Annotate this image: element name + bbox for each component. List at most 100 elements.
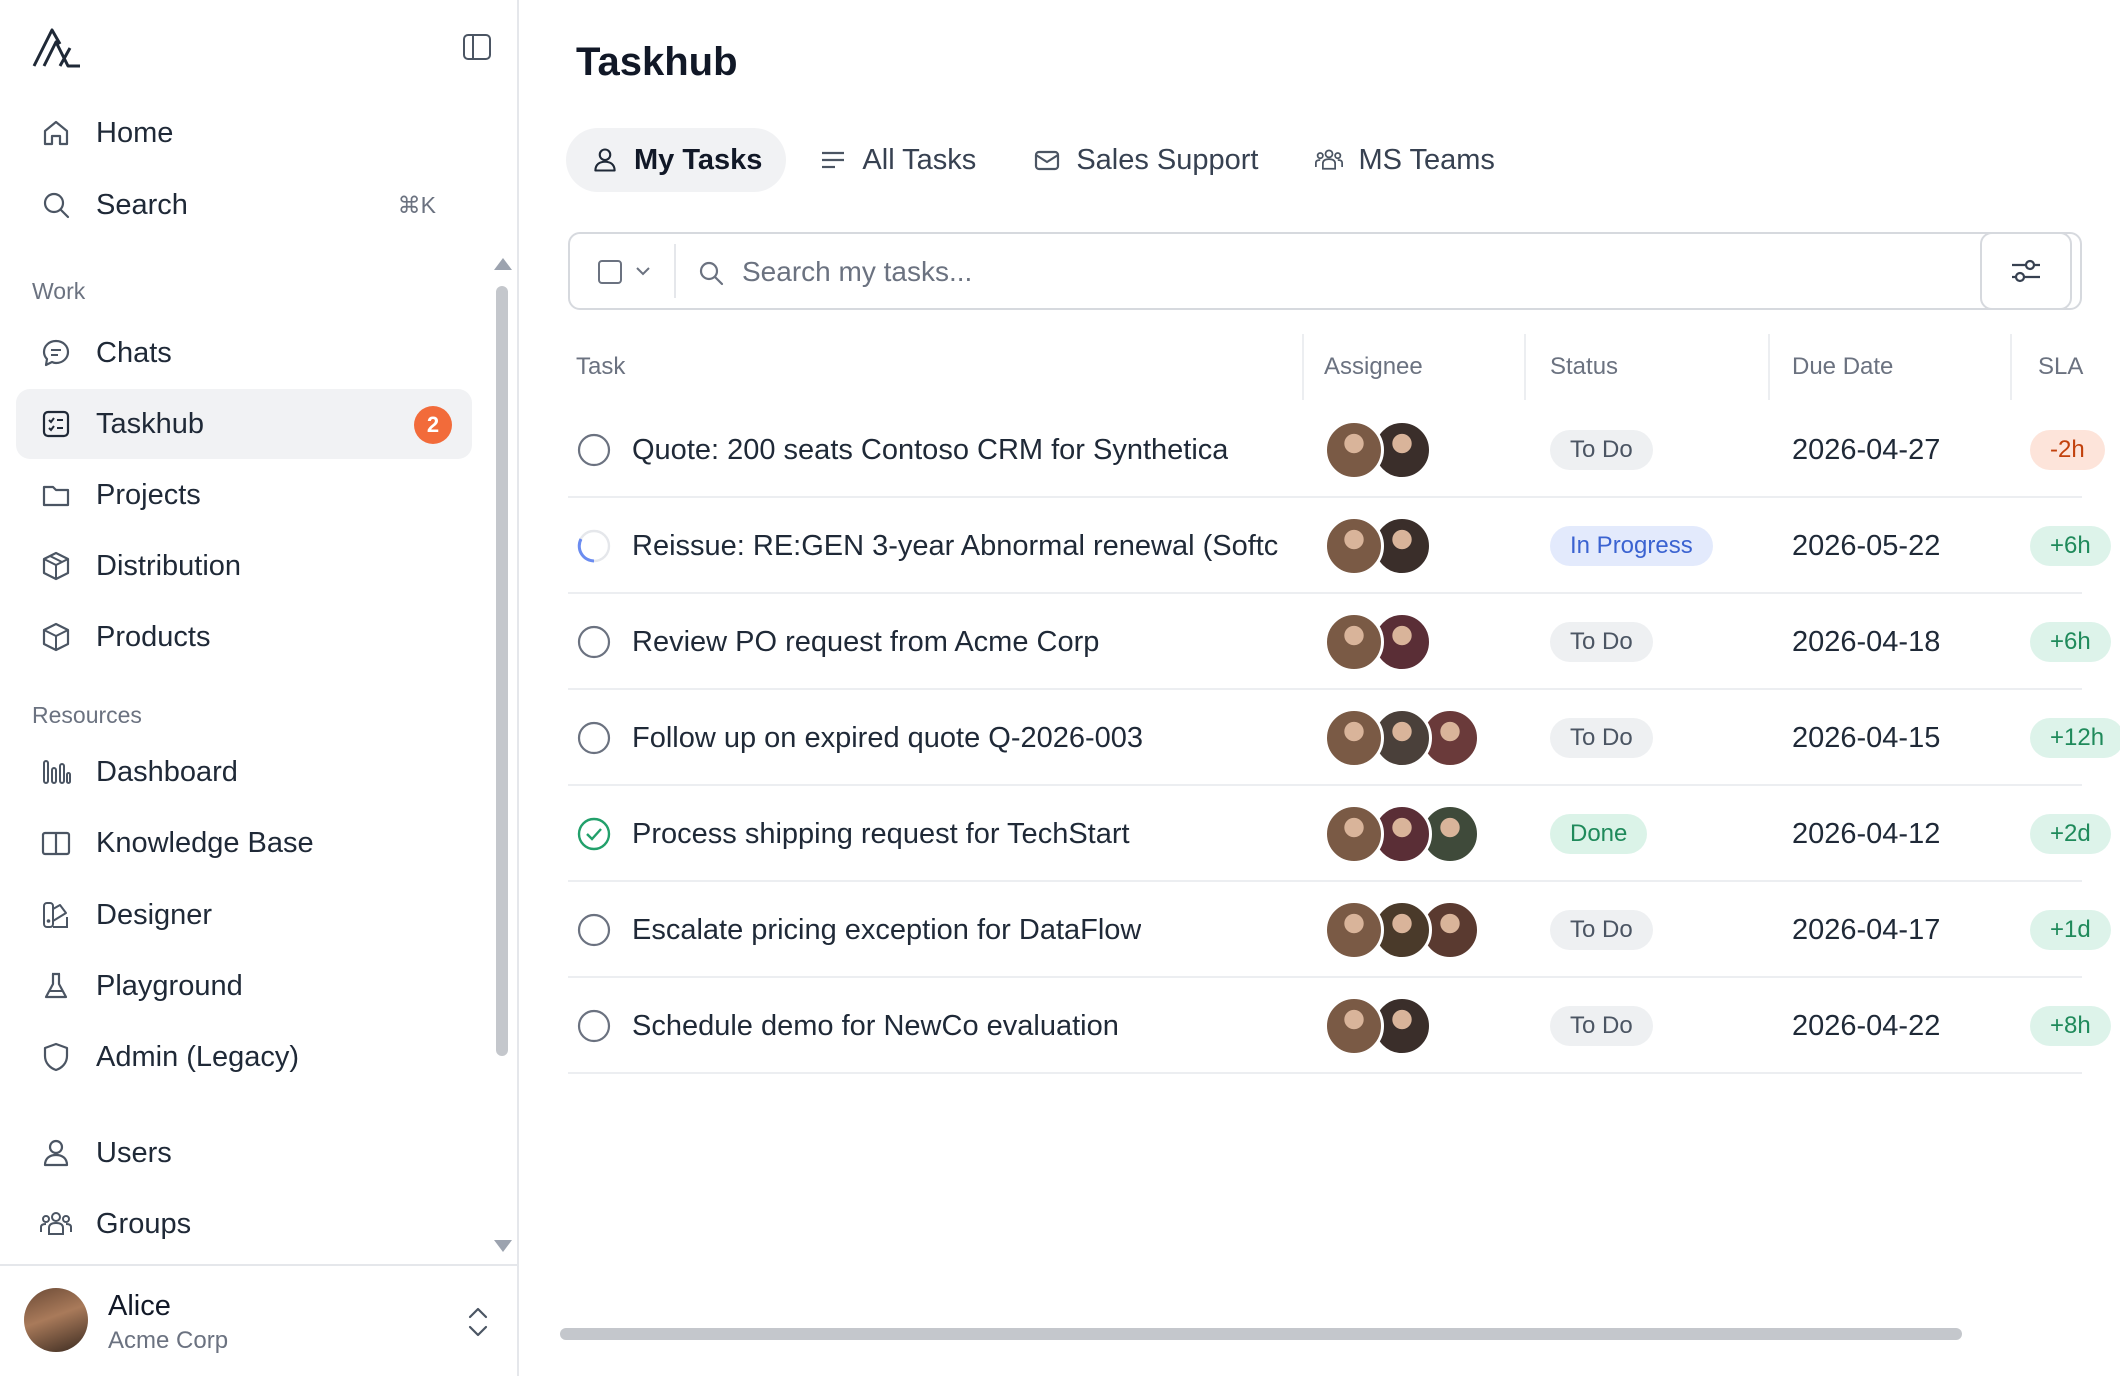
avatar xyxy=(1324,516,1384,576)
status-badge[interactable]: In Progress xyxy=(1550,526,1713,566)
sidebar-toggle-button[interactable] xyxy=(460,30,494,64)
sidebar-item-taskhub[interactable]: Taskhub 2 xyxy=(16,389,472,459)
sla-badge: +12h xyxy=(2030,718,2120,758)
table-row[interactable]: Escalate pricing exception for DataFlow T… xyxy=(568,882,2111,978)
status-badge[interactable]: To Do xyxy=(1550,718,1653,758)
assignee-avatars[interactable] xyxy=(1324,900,1480,960)
chevron-down-icon[interactable] xyxy=(634,262,652,280)
select-all-checkbox[interactable] xyxy=(598,260,622,284)
task-cell: Reissue: RE:GEN 3-year Abnormal renewal … xyxy=(632,498,1296,594)
table-row[interactable]: Review PO request from Acme Corp To Do 202… xyxy=(568,594,2111,690)
table-row[interactable]: Reissue: RE:GEN 3-year Abnormal renewal … xyxy=(568,498,2111,594)
scroll-up-arrow[interactable] xyxy=(494,258,512,270)
task-title[interactable]: Schedule demo for NewCo evaluation xyxy=(632,1010,1119,1043)
due-date: 2026-04-12 xyxy=(1792,817,1941,850)
task-title[interactable]: Quote: 200 seats Contoso CRM for Synthet… xyxy=(632,434,1228,467)
search-shortcut: ⌘K xyxy=(397,191,436,218)
package-icon xyxy=(38,548,74,584)
book-icon xyxy=(38,825,74,861)
tab-my-tasks[interactable]: My Tasks xyxy=(566,128,787,192)
divider xyxy=(674,244,676,298)
table-row[interactable]: Follow up on expired quote Q-2026-003 To … xyxy=(568,690,2120,786)
search-input[interactable] xyxy=(742,250,2042,294)
sidebar-item-playground[interactable]: Playground xyxy=(16,951,472,1021)
sidebar-item-users[interactable]: Users xyxy=(16,1118,472,1188)
filter-button[interactable] xyxy=(1980,232,2072,310)
sidebar-item-label: Products xyxy=(96,620,211,653)
sidebar-item-label: Playground xyxy=(96,969,243,1002)
column-divider[interactable] xyxy=(2010,334,2012,400)
assignee-avatars[interactable] xyxy=(1324,996,1432,1056)
status-cell: To Do xyxy=(1550,978,1653,1074)
column-divider[interactable] xyxy=(1524,334,1526,400)
tab-sales-support[interactable]: Sales Support xyxy=(1008,128,1282,192)
sla-cell: +2d xyxy=(2030,786,2111,882)
assignee-avatars[interactable] xyxy=(1324,708,1480,768)
task-title[interactable]: Process shipping request for TechStart xyxy=(632,818,1130,851)
scroll-down-arrow[interactable] xyxy=(494,1240,512,1252)
list-icon xyxy=(818,145,848,175)
task-cell: Follow up on expired quote Q-2026-003 xyxy=(632,690,1296,786)
home-icon xyxy=(38,115,74,151)
tab-ms-teams[interactable]: MS Teams xyxy=(1290,128,1518,192)
status-badge[interactable]: To Do xyxy=(1550,1006,1653,1046)
sidebar-item-search[interactable]: Search ⌘K xyxy=(16,170,472,240)
column-header-sla[interactable]: SLA xyxy=(2038,334,2083,400)
sidebar-item-label: Home xyxy=(96,116,174,149)
sidebar-item-knowledge-base[interactable]: Knowledge Base xyxy=(16,808,472,878)
task-title[interactable]: Escalate pricing exception for DataFlow xyxy=(632,914,1141,947)
assignee-avatars[interactable] xyxy=(1324,804,1480,864)
page-title: Taskhub xyxy=(576,40,738,84)
todo-circle-icon[interactable] xyxy=(576,594,612,690)
status-badge[interactable]: Done xyxy=(1550,814,1648,854)
assignee-avatars[interactable] xyxy=(1324,420,1432,480)
table-row[interactable]: Process shipping request for TechStart Do… xyxy=(568,786,2111,882)
task-title[interactable]: Review PO request from Acme Corp xyxy=(632,626,1099,659)
sidebar-item-products[interactable]: Products xyxy=(16,602,472,672)
todo-circle-icon[interactable] xyxy=(576,690,612,786)
due-date-cell: 2026-04-22 xyxy=(1792,978,1940,1074)
table-row[interactable]: Quote: 200 seats Contoso CRM for Synthet… xyxy=(568,402,2105,498)
column-header-due-date[interactable]: Due Date xyxy=(1792,334,1893,400)
todo-circle-icon[interactable] xyxy=(576,402,612,498)
sidebar-item-dashboard[interactable]: Dashboard xyxy=(16,737,472,807)
sla-badge: +8h xyxy=(2030,1006,2111,1046)
column-divider[interactable] xyxy=(1768,334,1770,400)
table-row[interactable]: Schedule demo for NewCo evaluation To Do 2… xyxy=(568,978,2111,1074)
todo-circle-icon[interactable] xyxy=(576,978,612,1074)
task-title[interactable]: Follow up on expired quote Q-2026-003 xyxy=(632,722,1143,755)
done-check-icon[interactable] xyxy=(576,786,612,882)
sidebar-item-chats[interactable]: Chats xyxy=(16,318,472,388)
assignee-avatars[interactable] xyxy=(1324,516,1432,576)
horizontal-scrollbar[interactable] xyxy=(560,1328,1962,1340)
sidebar-item-groups[interactable]: Groups xyxy=(16,1189,472,1259)
todo-circle-icon[interactable] xyxy=(576,882,612,978)
status-cell: Done xyxy=(1550,786,1648,882)
status-badge[interactable]: To Do xyxy=(1550,430,1653,470)
sidebar-item-distribution[interactable]: Distribution xyxy=(16,531,472,601)
assignee-avatars[interactable] xyxy=(1324,612,1432,672)
due-date: 2026-04-17 xyxy=(1792,913,1941,946)
sidebar-item-designer[interactable]: Designer xyxy=(16,880,472,950)
column-header-assignee[interactable]: Assignee xyxy=(1324,334,1423,400)
due-date-cell: 2026-04-18 xyxy=(1792,594,1940,690)
sidebar-item-admin-legacy[interactable]: Admin (Legacy) xyxy=(16,1022,472,1092)
chevron-up-down-icon xyxy=(468,1307,488,1337)
assignee-cell xyxy=(1324,402,1432,498)
search-bar xyxy=(568,232,2082,310)
sidebar-item-home[interactable]: Home xyxy=(16,98,472,168)
task-list-icon xyxy=(38,406,74,442)
column-header-status[interactable]: Status xyxy=(1550,334,1618,400)
app-logo-icon[interactable] xyxy=(30,26,82,70)
column-divider[interactable] xyxy=(1302,334,1304,400)
task-title[interactable]: Reissue: RE:GEN 3-year Abnormal renewal … xyxy=(632,530,1278,563)
status-badge[interactable]: To Do xyxy=(1550,910,1653,950)
in-progress-icon[interactable] xyxy=(576,498,612,594)
sidebar-item-projects[interactable]: Projects xyxy=(16,460,472,530)
column-header-task[interactable]: Task xyxy=(576,334,625,400)
user-account-switcher[interactable]: Alice Acme Corp xyxy=(0,1264,517,1376)
tab-all-tasks[interactable]: All Tasks xyxy=(794,128,1000,192)
status-badge[interactable]: To Do xyxy=(1550,622,1653,662)
sidebar-scrollbar[interactable] xyxy=(496,286,508,1056)
due-date-cell: 2026-05-22 xyxy=(1792,498,1940,594)
